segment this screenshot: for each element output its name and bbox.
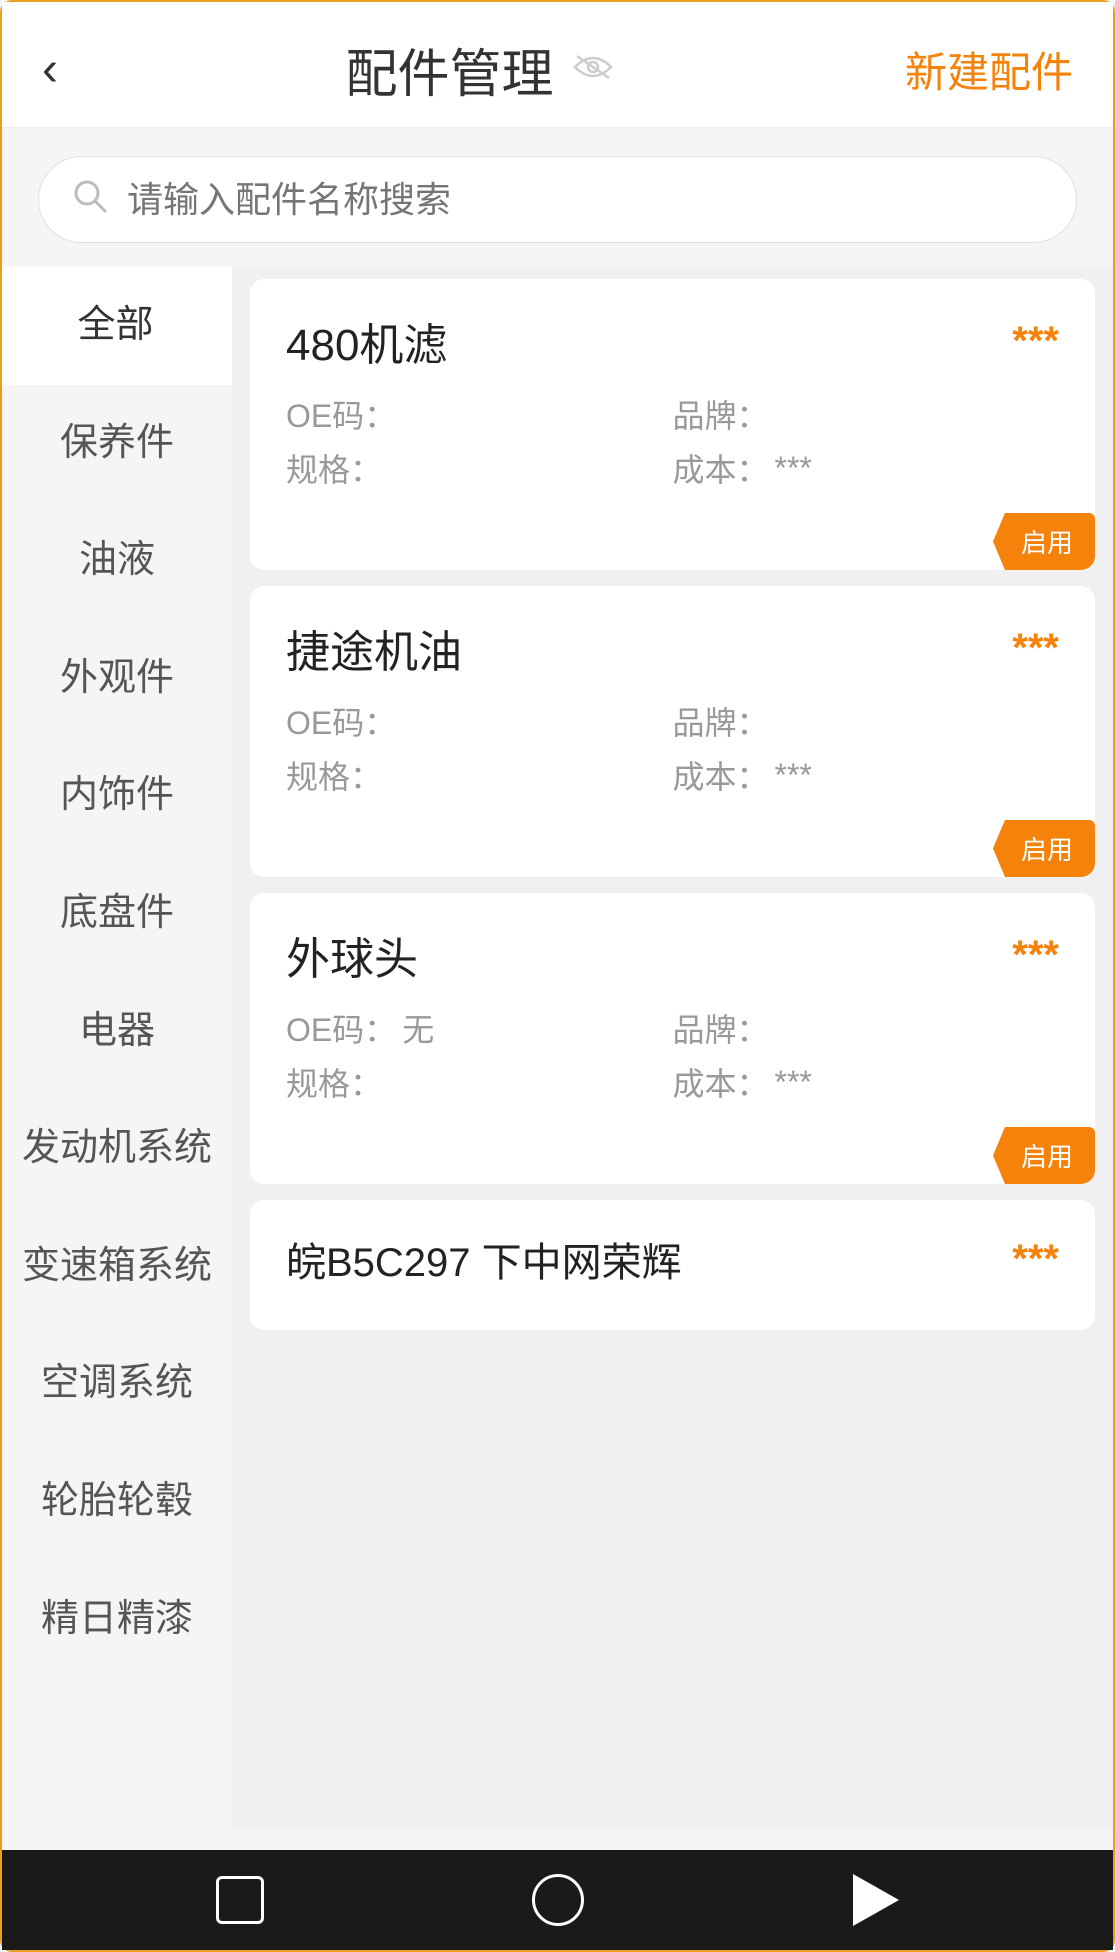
new-part-button[interactable]: 新建配件 bbox=[905, 39, 1073, 100]
part-name: 捷途机油 bbox=[286, 616, 462, 680]
spec-label: 规格： bbox=[286, 445, 673, 491]
nav-square-button[interactable] bbox=[216, 1876, 264, 1924]
sidebar-item-all[interactable]: 全部 bbox=[2, 267, 232, 385]
part-name: 皖B5C297 下中网荣辉 bbox=[286, 1230, 682, 1288]
search-icon bbox=[71, 177, 109, 222]
sidebar-item-engine[interactable]: 发动机系统 bbox=[2, 1090, 232, 1208]
part-name: 480机滤 bbox=[286, 309, 447, 373]
main-content: 全部 保养件 油液 外观件 内饰件 底盘件 电器 发动机系统 变速箱系统 空调系… bbox=[2, 267, 1113, 1829]
search-input[interactable] bbox=[127, 179, 1044, 221]
part-info-grid: OE码： 品牌： 规格： 成本： *** bbox=[286, 698, 1059, 798]
part-price: *** bbox=[1012, 319, 1059, 364]
sidebar-item-oil[interactable]: 油液 bbox=[2, 502, 232, 620]
cost-label: 成本： *** bbox=[673, 752, 1060, 798]
brand-label: 品牌： bbox=[673, 391, 1060, 437]
triangle-icon bbox=[853, 1874, 899, 1926]
sidebar-item-interior[interactable]: 内饰件 bbox=[2, 737, 232, 855]
part-card-header: 480机滤 *** bbox=[286, 309, 1059, 373]
part-card[interactable]: 480机滤 *** OE码： 品牌： 规格： 成本： *** bbox=[250, 279, 1095, 570]
oe-code-label: OE码： 无 bbox=[286, 1005, 673, 1051]
sidebar-item-chassis[interactable]: 底盘件 bbox=[2, 855, 232, 973]
search-bar bbox=[38, 156, 1077, 243]
spec-label: 规格： bbox=[286, 1059, 673, 1105]
sidebar-item-maintenance[interactable]: 保养件 bbox=[2, 385, 232, 503]
cost-label: 成本： *** bbox=[673, 1059, 1060, 1105]
nav-back-button[interactable] bbox=[853, 1874, 899, 1926]
back-button[interactable]: ‹ bbox=[42, 46, 58, 94]
part-card-footer: 启用 bbox=[250, 820, 1095, 877]
status-badge[interactable]: 启用 bbox=[993, 1127, 1095, 1184]
page-title: 配件管理 bbox=[345, 32, 553, 107]
status-badge[interactable]: 启用 bbox=[993, 513, 1095, 570]
sidebar: 全部 保养件 油液 外观件 内饰件 底盘件 电器 发动机系统 变速箱系统 空调系… bbox=[2, 267, 232, 1829]
bottom-nav bbox=[2, 1850, 1113, 1950]
sidebar-item-refinish[interactable]: 精日精漆 bbox=[2, 1561, 232, 1679]
sidebar-item-electric[interactable]: 电器 bbox=[2, 973, 232, 1091]
eye-icon[interactable] bbox=[569, 49, 617, 91]
header: ‹ 配件管理 新建配件 bbox=[2, 2, 1113, 128]
oe-code-label: OE码： bbox=[286, 698, 673, 744]
part-card-header: 外球头 *** bbox=[286, 923, 1059, 987]
part-info-grid: OE码： 无 品牌： 规格： 成本： *** bbox=[286, 1005, 1059, 1105]
cost-label: 成本： *** bbox=[673, 445, 1060, 491]
part-name: 外球头 bbox=[286, 923, 418, 987]
part-card-header: 捷途机油 *** bbox=[286, 616, 1059, 680]
part-card-header: 皖B5C297 下中网荣辉 *** bbox=[286, 1230, 1059, 1288]
header-title-group: 配件管理 bbox=[345, 32, 617, 107]
part-price: *** bbox=[1012, 626, 1059, 671]
part-card[interactable]: 捷途机油 *** OE码： 品牌： 规格： 成本： *** bbox=[250, 586, 1095, 877]
brand-label: 品牌： bbox=[673, 1005, 1060, 1051]
oe-code-label: OE码： bbox=[286, 391, 673, 437]
sidebar-item-tyre[interactable]: 轮胎轮毂 bbox=[2, 1443, 232, 1561]
sidebar-item-gearbox[interactable]: 变速箱系统 bbox=[2, 1208, 232, 1326]
part-card[interactable]: 皖B5C297 下中网荣辉 *** bbox=[250, 1200, 1095, 1330]
spec-label: 规格： bbox=[286, 752, 673, 798]
circle-icon bbox=[532, 1874, 584, 1926]
sidebar-item-exterior[interactable]: 外观件 bbox=[2, 620, 232, 738]
square-icon bbox=[216, 1876, 264, 1924]
brand-label: 品牌： bbox=[673, 698, 1060, 744]
parts-list: 480机滤 *** OE码： 品牌： 规格： 成本： *** bbox=[232, 267, 1113, 1829]
part-card[interactable]: 外球头 *** OE码： 无 品牌： 规格： 成本： *** bbox=[250, 893, 1095, 1184]
status-badge[interactable]: 启用 bbox=[993, 820, 1095, 877]
part-card-footer: 启用 bbox=[250, 513, 1095, 570]
part-info-grid: OE码： 品牌： 规格： 成本： *** bbox=[286, 391, 1059, 491]
part-price: *** bbox=[1012, 933, 1059, 978]
sidebar-item-aircon[interactable]: 空调系统 bbox=[2, 1325, 232, 1443]
part-card-footer: 启用 bbox=[250, 1127, 1095, 1184]
nav-home-button[interactable] bbox=[532, 1874, 584, 1926]
part-price: *** bbox=[1012, 1237, 1059, 1282]
